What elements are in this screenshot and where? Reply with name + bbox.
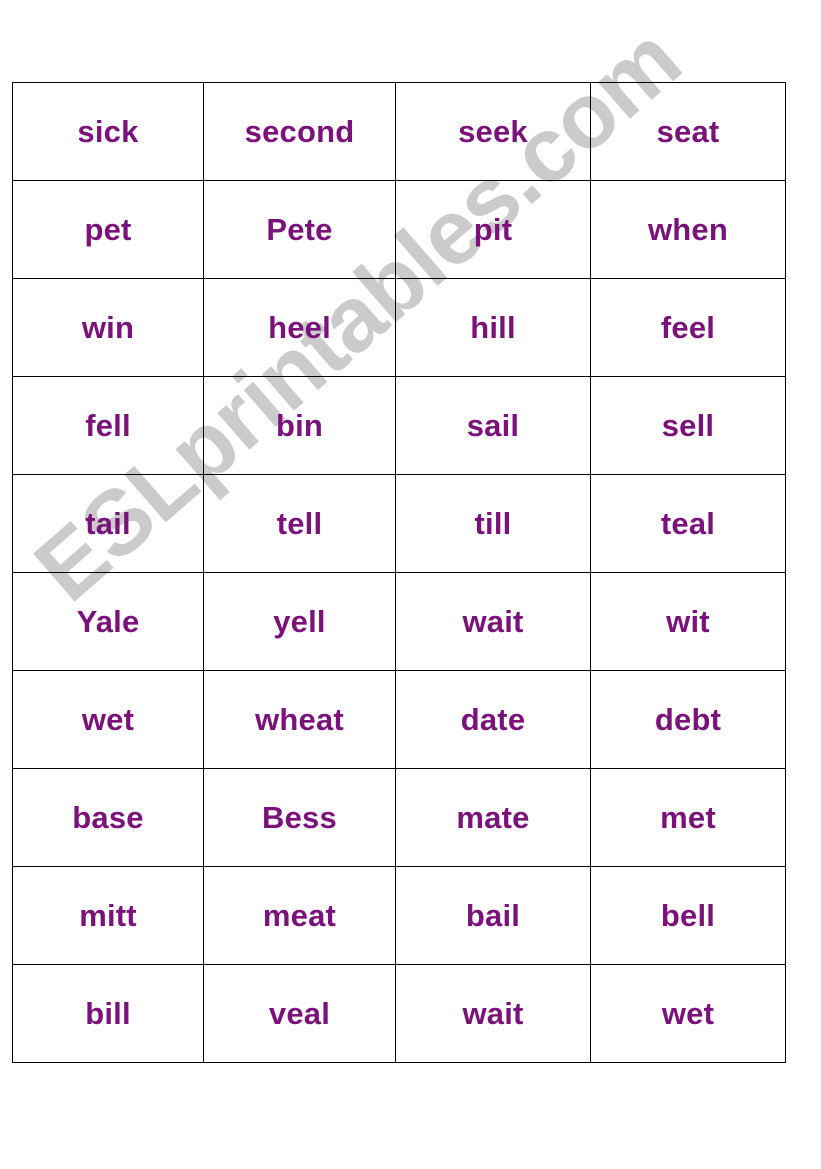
- word-text: hill: [470, 310, 516, 345]
- word-cell[interactable]: pit: [395, 180, 591, 279]
- table-row: base Bess mate met: [12, 768, 786, 867]
- word-text: seat: [656, 114, 720, 149]
- word-text: fell: [85, 408, 131, 443]
- word-cell[interactable]: bail: [395, 866, 591, 965]
- table-row: win heel hill feel: [12, 278, 786, 377]
- word-text: sell: [661, 408, 715, 443]
- word-text: wit: [666, 604, 710, 639]
- word-cell[interactable]: sick: [12, 82, 204, 181]
- word-text: feel: [660, 310, 716, 345]
- word-text: when: [647, 212, 729, 247]
- word-text: tell: [276, 506, 323, 541]
- table-row: pet Pete pit when: [12, 180, 786, 279]
- word-cell[interactable]: wet: [590, 964, 786, 1063]
- worksheet-page: ESLprintables.com sick second seek seat …: [0, 0, 821, 1169]
- word-cell[interactable]: Pete: [203, 180, 396, 279]
- word-cell[interactable]: met: [590, 768, 786, 867]
- word-cell[interactable]: bill: [12, 964, 204, 1063]
- word-text: date: [460, 702, 526, 737]
- word-cell[interactable]: feel: [590, 278, 786, 377]
- word-cell[interactable]: wait: [395, 964, 591, 1063]
- word-text: till: [474, 506, 512, 541]
- word-text: seek: [458, 114, 528, 149]
- word-cell[interactable]: seat: [590, 82, 786, 181]
- word-cell[interactable]: fell: [12, 376, 204, 475]
- word-text: bell: [660, 898, 716, 933]
- word-cell[interactable]: bin: [203, 376, 396, 475]
- word-cell[interactable]: tail: [12, 474, 204, 573]
- word-text: debt: [654, 702, 722, 737]
- word-cell[interactable]: mitt: [12, 866, 204, 965]
- word-text: wait: [462, 604, 524, 639]
- word-cell[interactable]: bell: [590, 866, 786, 965]
- word-cell[interactable]: Bess: [203, 768, 396, 867]
- word-text: win: [81, 310, 135, 345]
- word-cell[interactable]: debt: [590, 670, 786, 769]
- word-text: meat: [262, 898, 337, 933]
- word-cell[interactable]: sail: [395, 376, 591, 475]
- word-cell[interactable]: hill: [395, 278, 591, 377]
- word-text: pit: [473, 212, 513, 247]
- word-cell[interactable]: tell: [203, 474, 396, 573]
- word-cell[interactable]: when: [590, 180, 786, 279]
- word-text: wheat: [255, 702, 344, 737]
- word-cell[interactable]: Yale: [12, 572, 204, 671]
- word-text: sail: [466, 408, 520, 443]
- word-text: wet: [81, 702, 135, 737]
- word-cell[interactable]: teal: [590, 474, 786, 573]
- word-cell[interactable]: wit: [590, 572, 786, 671]
- word-cell[interactable]: till: [395, 474, 591, 573]
- word-card-table: sick second seek seat pet Pete pit when …: [12, 82, 786, 1063]
- table-row: mitt meat bail bell: [12, 866, 786, 965]
- word-cell[interactable]: sell: [590, 376, 786, 475]
- word-text: Yale: [76, 604, 140, 639]
- word-cell[interactable]: wait: [395, 572, 591, 671]
- table-row: bill veal wait wet: [12, 964, 786, 1063]
- word-cell[interactable]: heel: [203, 278, 396, 377]
- word-text: tail: [85, 506, 131, 541]
- word-text: wait: [462, 996, 524, 1031]
- word-cell[interactable]: yell: [203, 572, 396, 671]
- word-cell[interactable]: second: [203, 82, 396, 181]
- word-cell[interactable]: seek: [395, 82, 591, 181]
- table-row: fell bin sail sell: [12, 376, 786, 475]
- word-text: wet: [661, 996, 715, 1031]
- word-text: second: [244, 114, 355, 149]
- word-text: mate: [456, 800, 530, 835]
- word-cell[interactable]: mate: [395, 768, 591, 867]
- word-text: mitt: [79, 898, 137, 933]
- word-cell[interactable]: wheat: [203, 670, 396, 769]
- word-text: base: [72, 800, 144, 835]
- word-text: teal: [660, 506, 716, 541]
- table-row: Yale yell wait wit: [12, 572, 786, 671]
- word-text: veal: [268, 996, 331, 1031]
- word-cell[interactable]: win: [12, 278, 204, 377]
- word-text: bin: [275, 408, 324, 443]
- word-cell[interactable]: date: [395, 670, 591, 769]
- word-text: bill: [85, 996, 131, 1031]
- word-cell[interactable]: meat: [203, 866, 396, 965]
- word-text: heel: [268, 310, 331, 345]
- word-text: sick: [77, 114, 139, 149]
- word-text: Bess: [262, 800, 337, 835]
- table-row: sick second seek seat: [12, 82, 786, 181]
- word-text: bail: [465, 898, 521, 933]
- word-text: Pete: [266, 212, 333, 247]
- word-cell[interactable]: wet: [12, 670, 204, 769]
- word-cell[interactable]: base: [12, 768, 204, 867]
- table-row: wet wheat date debt: [12, 670, 786, 769]
- word-cell[interactable]: veal: [203, 964, 396, 1063]
- word-text: pet: [84, 212, 132, 247]
- table-row: tail tell till teal: [12, 474, 786, 573]
- word-text: met: [660, 800, 716, 835]
- word-cell[interactable]: pet: [12, 180, 204, 279]
- word-text: yell: [273, 604, 326, 639]
